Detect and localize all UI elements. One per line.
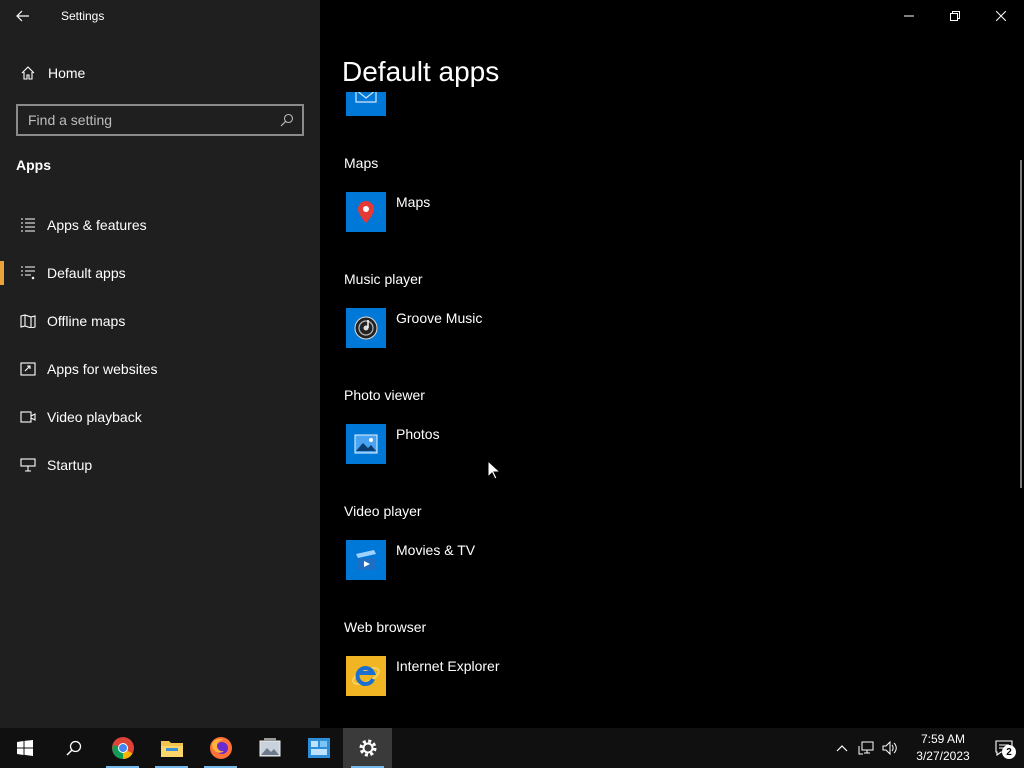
- app-name: Movies & TV: [396, 542, 476, 558]
- app-name: Groove Music: [396, 310, 483, 326]
- nav-label: Apps for websites: [47, 361, 158, 377]
- page-title: Default apps: [342, 56, 500, 87]
- taskbar-control-panel[interactable]: [294, 728, 343, 768]
- volume-icon: [882, 741, 897, 755]
- taskbar-settings[interactable]: [343, 728, 392, 768]
- category-label: Music player: [344, 271, 423, 287]
- main-pane: Default apps Maps Maps Music player Groo…: [320, 0, 1024, 728]
- action-center-button[interactable]: 2: [984, 728, 1024, 768]
- default-apps-icon: [16, 266, 40, 280]
- list-icon: [16, 218, 40, 232]
- chrome-icon: [111, 737, 134, 759]
- open-window-icon: [16, 362, 40, 376]
- minimize-icon: [904, 15, 914, 17]
- mail-icon: [355, 92, 377, 103]
- firefox-icon: [209, 737, 232, 759]
- email-app-tile[interactable]: [346, 92, 386, 116]
- category-label: Web browser: [344, 619, 427, 635]
- home-nav-item[interactable]: Home: [0, 55, 320, 91]
- search-box: [16, 104, 304, 136]
- chevron-up-icon: [836, 745, 848, 752]
- clock-date: 3/27/2023: [916, 749, 970, 763]
- nav-item-video-playback[interactable]: Video playback: [0, 393, 320, 441]
- clock-time: 7:59 AM: [920, 732, 966, 746]
- nav-label: Startup: [47, 457, 93, 473]
- show-hidden-icons-button[interactable]: [830, 728, 854, 768]
- startup-icon: [16, 458, 40, 472]
- notification-badge: 2: [1002, 745, 1016, 759]
- file-explorer-icon: [160, 741, 183, 757]
- default-app-movies-tv[interactable]: Movies & TV: [346, 540, 475, 580]
- home-label: Home: [48, 65, 86, 81]
- section-title: Apps: [16, 157, 51, 173]
- nav-label: Video playback: [47, 409, 142, 425]
- search-icon[interactable]: [272, 113, 302, 127]
- restore-button[interactable]: [932, 0, 978, 32]
- settings-sidebar: Settings Home Apps Apps & features Defau…: [0, 0, 320, 728]
- network-button[interactable]: [854, 728, 878, 768]
- close-button[interactable]: [978, 0, 1024, 32]
- taskbar: 7:59 AM 3/27/2023 2: [0, 728, 1024, 768]
- control-panel-icon: [307, 738, 330, 758]
- nav-label: Default apps: [47, 265, 126, 281]
- nav-item-apps-for-websites[interactable]: Apps for websites: [0, 345, 320, 393]
- photo-viewer-icon: [259, 738, 280, 757]
- scrollbar[interactable]: [1020, 160, 1022, 488]
- search-icon: [65, 740, 81, 756]
- taskbar-firefox[interactable]: [196, 728, 245, 768]
- app-name: Maps: [396, 194, 431, 210]
- close-icon: [996, 11, 1006, 21]
- window-controls: [886, 0, 1024, 32]
- app-name: Internet Explorer: [396, 658, 500, 674]
- nav-item-offline-maps[interactable]: Offline maps: [0, 297, 320, 345]
- default-app-groove-music[interactable]: Groove Music: [346, 308, 482, 348]
- restore-icon: [950, 11, 960, 21]
- nav-item-default-apps[interactable]: Default apps: [0, 249, 320, 297]
- taskbar-file-explorer[interactable]: [147, 728, 196, 768]
- taskbar-chrome[interactable]: [98, 728, 147, 768]
- default-app-photos[interactable]: Photos: [346, 424, 440, 464]
- settings-icon: [359, 739, 376, 757]
- default-app-internet-explorer[interactable]: Internet Explorer: [346, 656, 500, 696]
- app-name: Photos: [396, 426, 440, 442]
- nav-label: Apps & features: [47, 217, 147, 233]
- defaults-list: Maps Maps Music player Groove Music Phot…: [320, 92, 1020, 728]
- start-button[interactable]: [0, 728, 49, 768]
- window-title: Settings: [61, 9, 105, 23]
- category-label: Maps: [344, 155, 379, 171]
- start-icon: [16, 740, 33, 756]
- taskbar-photo-viewer[interactable]: [245, 728, 294, 768]
- nav-item-apps-features[interactable]: Apps & features: [0, 201, 320, 249]
- search-input[interactable]: [18, 112, 272, 128]
- default-app-maps[interactable]: Maps: [346, 192, 430, 232]
- network-icon: [858, 741, 874, 755]
- back-arrow-icon: [16, 10, 29, 22]
- nav-label: Offline maps: [47, 313, 126, 329]
- minimize-button[interactable]: [886, 0, 932, 32]
- mouse-cursor-icon: [487, 460, 501, 480]
- system-tray: 7:59 AM 3/27/2023 2: [830, 728, 1024, 768]
- internet-explorer-icon: [346, 656, 386, 696]
- title-bar: Settings: [0, 0, 320, 32]
- maps-pin-icon: [346, 192, 386, 232]
- category-label: Photo viewer: [344, 387, 425, 403]
- back-button[interactable]: [0, 0, 46, 32]
- movies-tv-icon: [346, 540, 386, 580]
- home-icon: [16, 65, 40, 81]
- category-label: Video player: [344, 503, 422, 519]
- map-icon: [16, 314, 40, 328]
- nav-list: Apps & features Default apps Offline map…: [0, 201, 320, 489]
- video-icon: [16, 411, 40, 423]
- taskbar-clock[interactable]: 7:59 AM 3/27/2023: [908, 731, 978, 765]
- volume-button[interactable]: [878, 728, 902, 768]
- taskbar-search-button[interactable]: [49, 728, 98, 768]
- nav-item-startup[interactable]: Startup: [0, 441, 320, 489]
- groove-music-icon: [346, 308, 386, 348]
- photos-icon: [346, 424, 386, 464]
